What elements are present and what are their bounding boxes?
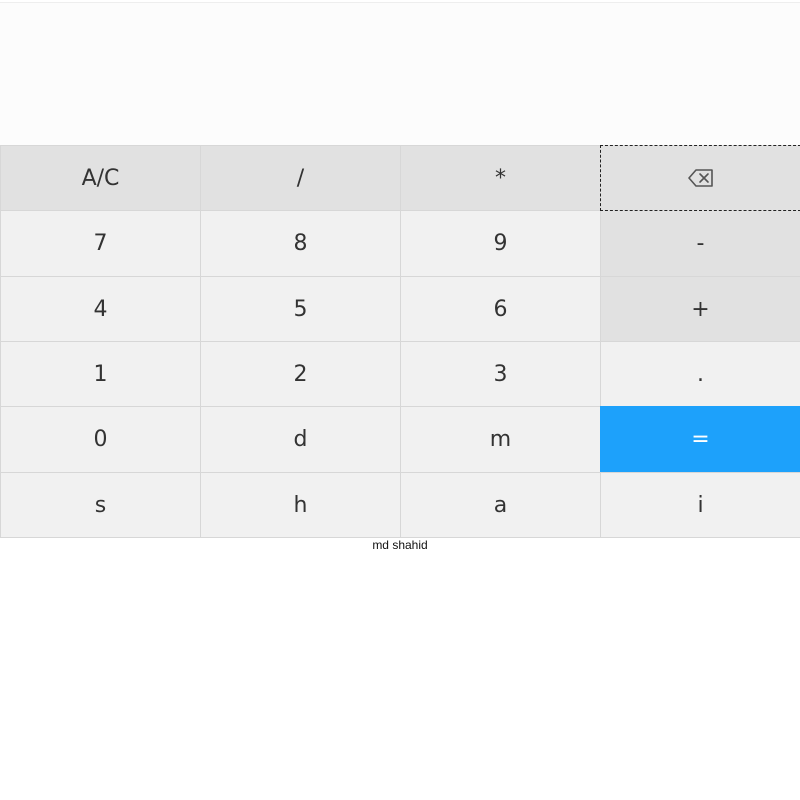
- key-label: m: [489, 427, 512, 452]
- digit-1-button[interactable]: 1: [0, 341, 201, 407]
- backspace-icon: [687, 168, 714, 188]
- letter-s-button[interactable]: s: [0, 472, 201, 538]
- digit-5-button[interactable]: 5: [200, 276, 401, 342]
- key-label: 4: [93, 296, 108, 322]
- divide-button[interactable]: /: [200, 145, 401, 211]
- letter-i-button[interactable]: i: [600, 472, 800, 538]
- key-label: 3: [493, 361, 508, 387]
- multiply-button[interactable]: *: [400, 145, 601, 211]
- key-label: i: [697, 492, 704, 518]
- key-label: =: [691, 427, 710, 452]
- letter-d-button[interactable]: d: [200, 406, 401, 473]
- digit-4-button[interactable]: 4: [0, 276, 201, 342]
- digit-3-button[interactable]: 3: [400, 341, 601, 407]
- key-label: d: [293, 427, 308, 452]
- letter-h-button[interactable]: h: [200, 472, 401, 538]
- key-label: A/C: [81, 165, 120, 191]
- key-label: 7: [93, 231, 108, 256]
- digit-0-button[interactable]: 0: [0, 406, 201, 473]
- key-label: 0: [93, 427, 108, 452]
- key-label: 2: [293, 361, 308, 387]
- key-label: +: [691, 296, 710, 322]
- digit-2-button[interactable]: 2: [200, 341, 401, 407]
- digit-9-button[interactable]: 9: [400, 210, 601, 277]
- key-label: -: [696, 231, 705, 256]
- key-label: /: [296, 165, 305, 191]
- key-label: .: [697, 361, 704, 387]
- key-label: 5: [293, 296, 308, 322]
- equals-button[interactable]: =: [600, 406, 800, 473]
- decimal-button[interactable]: .: [600, 341, 800, 407]
- digit-6-button[interactable]: 6: [400, 276, 601, 342]
- digit-7-button[interactable]: 7: [0, 210, 201, 277]
- letter-m-button[interactable]: m: [400, 406, 601, 473]
- key-label: 8: [293, 231, 308, 256]
- key-label: 9: [493, 231, 508, 256]
- key-label: h: [293, 492, 308, 518]
- display-panel: [0, 2, 800, 145]
- letter-a-button[interactable]: a: [400, 472, 601, 538]
- key-label: a: [493, 492, 508, 518]
- digit-8-button[interactable]: 8: [200, 210, 401, 277]
- add-button[interactable]: +: [600, 276, 800, 342]
- keypad: A/C / * 7 8 9 - 4 5 6 +1 2 3. 0 d m = s h a i: [0, 145, 800, 538]
- subtract-button[interactable]: -: [600, 210, 800, 277]
- key-label: 6: [493, 296, 508, 322]
- backspace-button[interactable]: [600, 145, 800, 211]
- calculator-app: A/C / * 7 8 9 - 4 5 6 +1 2 3. 0 d m = s h a i md shahid: [0, 0, 800, 800]
- key-label: s: [94, 492, 107, 518]
- key-label: 1: [93, 361, 108, 387]
- key-label: *: [495, 165, 506, 191]
- clear-button[interactable]: A/C: [0, 145, 201, 211]
- footer-credit: md shahid: [372, 538, 428, 552]
